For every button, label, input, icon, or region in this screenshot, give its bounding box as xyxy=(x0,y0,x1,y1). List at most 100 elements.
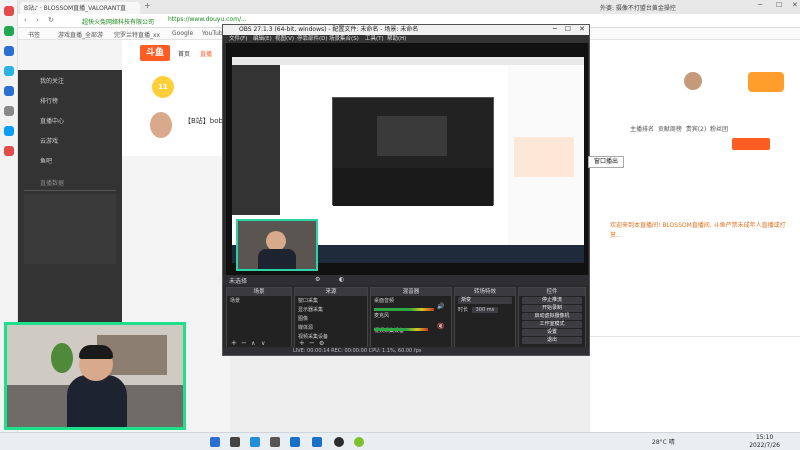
remove-icon[interactable]: − xyxy=(241,339,247,347)
nav-live[interactable]: 直播 xyxy=(200,49,212,58)
menu-edit[interactable]: 编辑(E) xyxy=(253,35,272,43)
app-icon-blue-2[interactable] xyxy=(4,86,14,96)
app-icon-red[interactable] xyxy=(4,6,14,16)
source-item[interactable]: 视频采集设备 xyxy=(295,332,367,341)
room-name: 【B站】bob xyxy=(184,117,223,125)
streamer-avatar[interactable] xyxy=(684,72,702,90)
obs-preview-canvas[interactable] xyxy=(226,43,588,275)
scene-item[interactable]: 场景 xyxy=(227,296,291,305)
minimize-icon[interactable]: ─ xyxy=(758,1,762,9)
transition-select[interactable]: 渐变 xyxy=(458,297,512,304)
sidebar-section-title: 直播数据 xyxy=(40,180,65,187)
tab-vip[interactable]: 贵宾(2) xyxy=(686,126,707,133)
mic-mute-icon[interactable]: 🔇 xyxy=(437,323,444,330)
menu-scene-collection[interactable]: 场景集合(S) xyxy=(329,35,359,43)
app-icon-cyan[interactable] xyxy=(4,126,14,136)
app-icon-blue[interactable] xyxy=(290,437,300,447)
menu-file[interactable]: 文件(F) xyxy=(229,35,247,43)
bookmark-item[interactable]: 游戏直播_全部游 xyxy=(58,30,103,39)
add-icon[interactable]: + xyxy=(231,339,237,347)
obs-minimize-icon[interactable]: ─ xyxy=(553,25,557,33)
avatar[interactable] xyxy=(150,112,172,138)
qq-icon[interactable] xyxy=(4,66,14,76)
promo-banner[interactable] xyxy=(748,72,784,92)
add-icon[interactable]: + xyxy=(299,339,305,347)
obs-window[interactable]: OBS 27.1.3 (64-bit, windows) - 配置文件: 未命名… xyxy=(222,24,590,356)
chat-tabs: 主播排名 贡献周榜 贵宾(2) 粉丝团 xyxy=(630,124,728,133)
obs-icon[interactable] xyxy=(334,437,344,447)
speaker-icon[interactable]: 🔊 xyxy=(437,303,444,310)
reload-icon[interactable]: ↻ xyxy=(48,16,54,24)
volume-meter xyxy=(374,308,434,311)
edge-icon[interactable] xyxy=(250,437,260,447)
start-icon[interactable] xyxy=(210,437,220,447)
taskview-icon[interactable] xyxy=(270,437,280,447)
search-icon[interactable] xyxy=(230,437,240,447)
bookmark-item[interactable]: 书签 xyxy=(28,30,40,39)
sidebar-item-yuba[interactable]: 鱼吧 xyxy=(40,156,52,165)
filter-icon[interactable]: ◐ xyxy=(339,276,344,283)
webcam-plant xyxy=(51,343,73,373)
obs-close-icon[interactable]: ✕ xyxy=(579,25,585,33)
maximize-icon[interactable]: ☐ xyxy=(776,1,782,9)
preview-webcam-source[interactable] xyxy=(236,219,318,271)
stop-streaming-button[interactable]: 停止推流 xyxy=(522,297,582,304)
transitions-dock: 转场特效 渐变 时长 300 ms xyxy=(454,287,516,349)
join-button[interactable] xyxy=(732,138,770,150)
obs-maximize-icon[interactable]: ☐ xyxy=(565,25,571,33)
nav-home[interactable]: 首页 xyxy=(178,49,190,58)
gear-icon[interactable]: ⚙ xyxy=(315,276,320,283)
gear-icon[interactable]: ⚙ xyxy=(319,340,324,347)
nested-browser-bar xyxy=(232,57,584,65)
source-item[interactable]: 媒体源 xyxy=(295,323,367,332)
weather-widget[interactable]: 28°C 晴 xyxy=(652,437,675,446)
move-down-icon[interactable]: ∨ xyxy=(261,340,265,347)
menu-docks[interactable]: 停靠部件(D) xyxy=(297,35,328,43)
popout-window-tooltip[interactable]: 窗口播出 xyxy=(588,156,624,168)
douyu-logo[interactable]: 斗鱼 xyxy=(140,45,170,61)
obs-status-bar: LIVE: 00:00:14 REC: 00:00:00 CPU: 1.1%, … xyxy=(223,347,589,355)
source-item[interactable]: 显示器采集 xyxy=(295,305,367,314)
app-icon-blue-2[interactable] xyxy=(312,437,322,447)
scenes-dock: 场景 场景 + − ∧ ∨ xyxy=(226,287,292,349)
virtual-camera-button[interactable]: 启动虚拟摄像机 xyxy=(522,313,582,320)
bookmark-item[interactable]: Google xyxy=(172,30,193,37)
new-tab-icon[interactable]: + xyxy=(144,1,151,10)
webcam-person-body xyxy=(67,375,127,427)
app-icon-green[interactable] xyxy=(354,437,364,447)
app-icon-grey[interactable] xyxy=(4,106,14,116)
menu-help[interactable]: 帮助(H) xyxy=(387,35,406,43)
wechat-icon[interactable] xyxy=(4,26,14,36)
bookmark-item[interactable]: 完罗兰特直播_xx xyxy=(114,30,160,39)
exit-button[interactable]: 退出 xyxy=(522,337,582,344)
volume-meter xyxy=(374,328,428,331)
stats-table xyxy=(24,194,116,264)
back-icon[interactable]: ‹ xyxy=(24,16,27,24)
remove-icon[interactable]: − xyxy=(309,339,315,347)
source-item[interactable]: 窗口采集 xyxy=(295,296,367,305)
studio-mode-button[interactable]: 工作室模式 xyxy=(522,321,582,328)
duration-input[interactable]: 300 ms xyxy=(471,307,499,313)
browser-tab-active[interactable]: B站♪ · BLOSSOM直播_VALORANT直 xyxy=(20,2,140,14)
browser-tab[interactable]: 外婆: 摄像不打盟台黄金操控 xyxy=(596,2,696,14)
sidebar-item-follow[interactable]: 我的关注 xyxy=(40,76,64,85)
forward-icon[interactable]: › xyxy=(36,16,39,24)
sidebar-item-center[interactable]: 直播中心 xyxy=(40,116,64,125)
menu-view[interactable]: 视图(V) xyxy=(275,35,294,43)
app-icon-red-2[interactable] xyxy=(4,146,14,156)
url-text[interactable]: https://www.douyu.com/... xyxy=(168,16,247,23)
tab-contrib[interactable]: 贡献周榜 xyxy=(658,126,682,133)
source-item[interactable]: 图像 xyxy=(295,314,367,323)
system-clock[interactable]: 15:10 2022/7/26 xyxy=(749,434,780,450)
move-up-icon[interactable]: ∧ xyxy=(251,340,255,347)
start-recording-button[interactable]: 开始录制 xyxy=(522,305,582,312)
close-icon[interactable]: ✕ xyxy=(792,1,798,9)
app-icon-blue[interactable] xyxy=(4,46,14,56)
tab-fans[interactable]: 粉丝团 xyxy=(710,126,728,133)
sidebar-item-rank[interactable]: 排行榜 xyxy=(40,96,58,105)
nested-docks xyxy=(333,168,493,206)
sidebar-item-cloud[interactable]: 云游戏 xyxy=(40,136,58,145)
settings-button[interactable]: 设置 xyxy=(522,329,582,336)
tab-rank[interactable]: 主播排名 xyxy=(630,126,654,133)
menu-tools[interactable]: 工具(T) xyxy=(365,35,384,43)
